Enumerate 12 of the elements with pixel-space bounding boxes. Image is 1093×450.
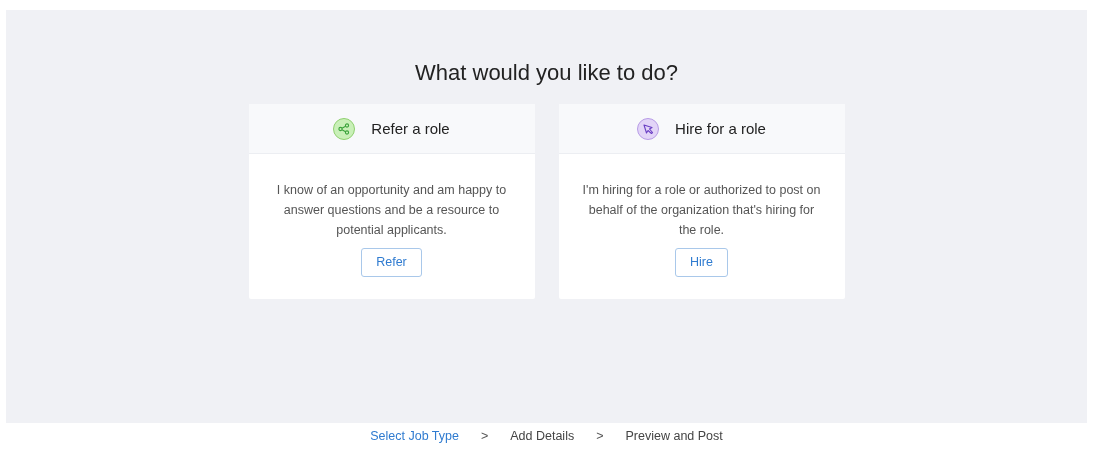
step-link[interactable]: Select Job Type xyxy=(370,427,459,446)
step-link[interactable]: Preview and Post xyxy=(625,427,723,446)
card-title: Refer a role xyxy=(371,118,450,139)
step-separator: > xyxy=(480,428,489,446)
step-link[interactable]: Add Details xyxy=(510,427,575,446)
card-description: I'm hiring for a role or authorized to post on behalf of the organization that's hiring for the role. xyxy=(581,182,822,240)
page-heading: What would you like to do? xyxy=(414,60,679,87)
card-title: Hire for a role xyxy=(675,118,766,139)
option-button[interactable]: Hire xyxy=(675,248,728,278)
step-separator: > xyxy=(596,428,604,446)
card-description: I know of an opportunity and am happy to answer questions and be a resource to potential applicants. xyxy=(275,182,508,240)
option-button[interactable]: Refer xyxy=(361,248,422,278)
